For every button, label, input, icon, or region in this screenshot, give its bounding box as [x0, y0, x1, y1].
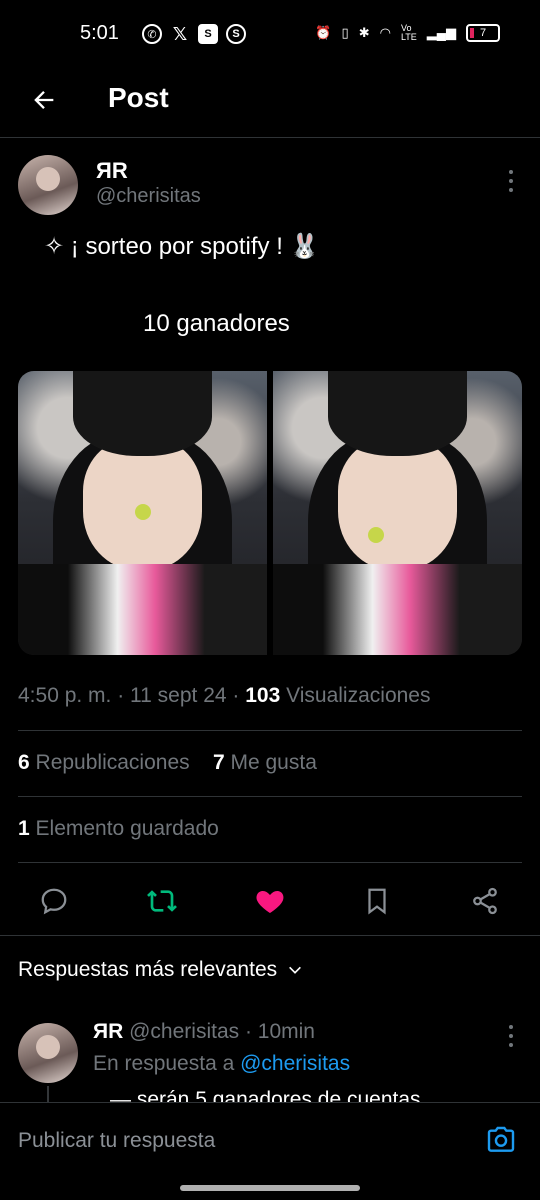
- reposts-label: Republicaciones: [29, 751, 190, 774]
- dot: [509, 170, 513, 174]
- share-icon: [473, 887, 497, 915]
- status-bar: 5:01 ✆ 𝕏 S S ⏰ ▯ ✱ ◠ Vo LTE ▂▄▆ 7: [0, 0, 540, 70]
- more-options-button[interactable]: [508, 170, 514, 192]
- page-title: Post: [108, 82, 169, 113]
- saved-label: Elemento guardado: [29, 817, 219, 840]
- dot: [509, 188, 513, 192]
- dot: [509, 1025, 513, 1029]
- reply-icon: [41, 888, 67, 915]
- camera-button[interactable]: [484, 1123, 518, 1157]
- vibrate-icon: ▯: [341, 25, 349, 40]
- post-meta: 4:50 p. m. · 11 sept 24 · 103 Visualizac…: [18, 684, 430, 708]
- photo-shirt: [18, 564, 267, 655]
- home-indicator[interactable]: [180, 1185, 360, 1191]
- back-button[interactable]: [24, 80, 64, 120]
- repost-button[interactable]: [145, 884, 179, 918]
- reposts-stat[interactable]: 6 Republicaciones: [18, 751, 190, 774]
- reply-composer: Publicar tu respuesta: [0, 1102, 540, 1200]
- notification-icons: ✆ 𝕏 S S: [142, 24, 246, 44]
- author-handle[interactable]: @cherisitas: [96, 185, 201, 208]
- photo-lollipop: [367, 527, 384, 544]
- camera-icon: [487, 1126, 515, 1152]
- status-time: 5:01: [80, 22, 119, 44]
- dot: [509, 179, 513, 183]
- reply-button[interactable]: [37, 884, 71, 918]
- post-text-line1: ✧ ¡ sorteo por spotify ! 🐰: [44, 233, 320, 260]
- photo-shirt: [273, 564, 522, 655]
- divider: [18, 730, 522, 731]
- photo-2[interactable]: [273, 371, 522, 655]
- reply-avatar[interactable]: [18, 1023, 78, 1083]
- timestamp: 4:50 p. m. · 11 sept 24 ·: [18, 684, 246, 707]
- reply-author-handle[interactable]: @cherisitas: [129, 1020, 239, 1043]
- reply-to-line: En respuesta a @cherisitas: [93, 1052, 350, 1076]
- reposts-count: 6: [18, 751, 30, 774]
- photo-beanie: [72, 371, 213, 457]
- whatsapp-icon: ✆: [142, 24, 162, 44]
- system-icons: ⏰ ▯ ✱ ◠ Vo LTE ▂▄▆ 7: [315, 24, 500, 42]
- views-label: Visualizaciones: [280, 684, 431, 707]
- reply-time: · 10min: [239, 1020, 315, 1043]
- reply-to-handle[interactable]: @cherisitas: [240, 1052, 350, 1075]
- photo-face: [337, 439, 458, 570]
- alarm-icon: ⏰: [315, 25, 332, 40]
- saved-count: 1: [18, 817, 30, 840]
- skype-icon: S: [198, 24, 218, 44]
- chevron-down-icon: [289, 966, 302, 974]
- arrow-left-icon: [34, 91, 54, 109]
- repost-icon: [147, 890, 177, 912]
- sort-label: Respuestas más relevantes: [18, 958, 278, 981]
- bookmark-icon: [368, 888, 386, 915]
- divider: [18, 862, 522, 863]
- volte-icon: Vo LTE: [400, 23, 417, 42]
- reply-header: ЯR @cherisitas · 10min: [93, 1020, 315, 1044]
- action-bar: [0, 876, 540, 926]
- like-button[interactable]: [253, 884, 287, 918]
- replies-sort-dropdown[interactable]: Respuestas más relevantes: [18, 958, 303, 982]
- avatar[interactable]: [18, 155, 78, 215]
- author-name[interactable]: ЯR: [96, 158, 128, 184]
- reply-input[interactable]: Publicar tu respuesta: [18, 1129, 215, 1153]
- battery-level: 7: [479, 27, 487, 39]
- post-text-line2: 10 ganadores: [143, 310, 290, 337]
- reply-to-label: En respuesta a: [93, 1052, 241, 1075]
- likes-stat[interactable]: 7 Me gusta: [213, 751, 317, 774]
- reply-author-name[interactable]: ЯR: [93, 1020, 123, 1043]
- reply-more-options-button[interactable]: [508, 1025, 514, 1047]
- battery-icon: 7: [466, 24, 500, 42]
- divider: [18, 796, 522, 797]
- likes-count: 7: [212, 751, 225, 774]
- heart-icon: [256, 891, 284, 913]
- saved-stat[interactable]: 1 Elemento guardado: [18, 817, 219, 841]
- engagement-stats: 6 Republicaciones 7 Me gusta: [18, 751, 317, 775]
- signal-icon: ▂▄▆: [426, 25, 456, 40]
- share-button[interactable]: [468, 884, 502, 918]
- dot: [509, 1043, 513, 1047]
- bluetooth-icon: ✱: [358, 25, 370, 40]
- post-media[interactable]: [18, 371, 522, 655]
- skype-icon: S: [226, 24, 246, 44]
- x-icon: 𝕏: [172, 23, 188, 44]
- divider: [0, 935, 540, 936]
- wifi-icon: ◠: [379, 25, 391, 40]
- photo-1[interactable]: [18, 371, 267, 655]
- bookmark-button[interactable]: [360, 884, 394, 918]
- dot: [509, 1034, 513, 1038]
- reply-text: — serán 5 ganadores de cuentas: [110, 1088, 421, 1102]
- views-count: 103: [245, 684, 281, 707]
- photo-beanie: [327, 371, 468, 457]
- likes-label: Me gusta: [224, 751, 317, 774]
- top-bar: Post: [0, 70, 540, 138]
